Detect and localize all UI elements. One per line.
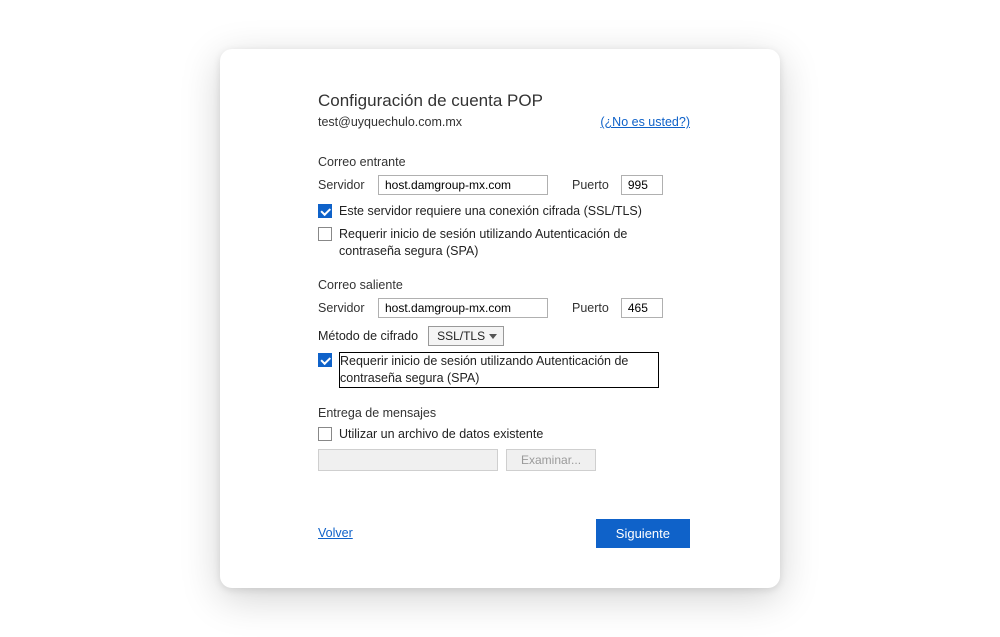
outgoing-server-row: Servidor Puerto xyxy=(318,298,690,318)
account-email: test@uyquechulo.com.mx xyxy=(318,115,462,129)
outgoing-spa-row: Requerir inicio de sesión utilizando Aut… xyxy=(318,352,690,388)
outgoing-port-label: Puerto xyxy=(572,301,609,315)
not-you-link[interactable]: (¿No es usted?) xyxy=(600,115,690,129)
incoming-ssl-label: Este servidor requiere una conexión cifr… xyxy=(339,203,642,220)
incoming-section-label: Correo entrante xyxy=(318,155,690,169)
outgoing-section-label: Correo saliente xyxy=(318,278,690,292)
use-existing-label: Utilizar un archivo de datos existente xyxy=(339,426,543,443)
datafile-path-input xyxy=(318,449,498,471)
outgoing-port-input[interactable] xyxy=(621,298,663,318)
outgoing-server-input[interactable] xyxy=(378,298,548,318)
back-link[interactable]: Volver xyxy=(318,526,353,540)
outgoing-server-label: Servidor xyxy=(318,301,370,315)
encryption-method-label: Método de cifrado xyxy=(318,329,418,343)
datafile-row: Examinar... xyxy=(318,449,690,471)
incoming-server-label: Servidor xyxy=(318,178,370,192)
use-existing-row: Utilizar un archivo de datos existente xyxy=(318,426,690,443)
delivery-section-label: Entrega de mensajes xyxy=(318,406,690,420)
incoming-spa-checkbox[interactable] xyxy=(318,227,332,241)
next-button[interactable]: Siguiente xyxy=(596,519,690,548)
incoming-server-input[interactable] xyxy=(378,175,548,195)
outgoing-spa-checkbox[interactable] xyxy=(318,353,332,367)
browse-button: Examinar... xyxy=(506,449,596,471)
encryption-method-row: Método de cifrado SSL/TLS xyxy=(318,326,690,346)
incoming-server-row: Servidor Puerto xyxy=(318,175,690,195)
incoming-spa-label: Requerir inicio de sesión utilizando Aut… xyxy=(339,226,659,260)
incoming-port-label: Puerto xyxy=(572,178,609,192)
pop-settings-dialog: Configuración de cuenta POP test@uyquech… xyxy=(220,49,780,587)
dialog-title: Configuración de cuenta POP xyxy=(318,91,690,111)
incoming-ssl-row: Este servidor requiere una conexión cifr… xyxy=(318,203,690,220)
use-existing-checkbox[interactable] xyxy=(318,427,332,441)
incoming-ssl-checkbox[interactable] xyxy=(318,204,332,218)
dialog-footer: Volver Siguiente xyxy=(318,519,690,548)
encryption-method-select[interactable]: SSL/TLS xyxy=(428,326,504,346)
outgoing-spa-label: Requerir inicio de sesión utilizando Aut… xyxy=(339,352,659,388)
incoming-spa-row: Requerir inicio de sesión utilizando Aut… xyxy=(318,226,690,260)
incoming-port-input[interactable] xyxy=(621,175,663,195)
encryption-method-value: SSL/TLS xyxy=(437,329,485,343)
subtitle-row: test@uyquechulo.com.mx (¿No es usted?) xyxy=(318,115,690,129)
